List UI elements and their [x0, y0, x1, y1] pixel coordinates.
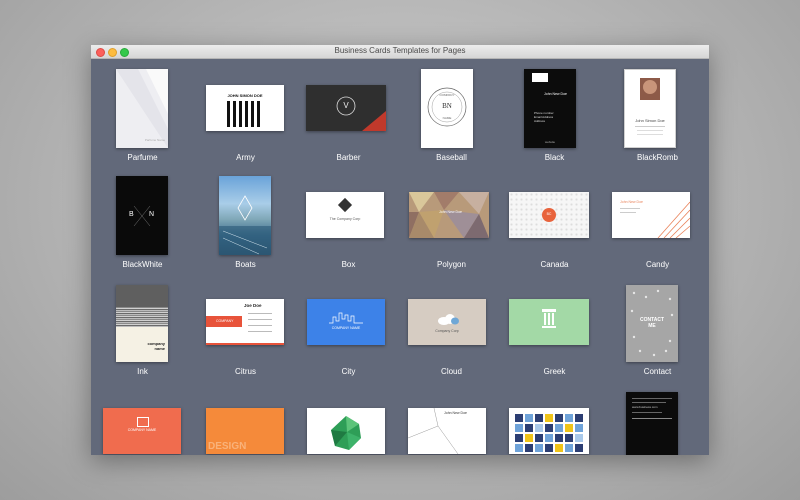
template-item-polygon[interactable]: John New Doe Polygon [400, 166, 503, 273]
template-thumbnail[interactable]: Parfume Name [116, 69, 168, 148]
template-item-greek[interactable]: Greek [503, 273, 606, 380]
template-label: Canada [540, 260, 569, 269]
template-thumbnail[interactable] [307, 408, 385, 454]
template-thumbnail[interactable]: V [306, 85, 386, 131]
template-thumbnail[interactable]: B N [116, 176, 168, 255]
template-thumbnail[interactable]: company name [116, 285, 168, 362]
template-item-city[interactable]: COMPANY NAME City [297, 273, 400, 380]
template-label: Contact [643, 367, 672, 376]
template-label: Cloud [441, 367, 462, 376]
template-thumbnail[interactable] [509, 408, 589, 454]
template-thumbnail[interactable]: COMPANY Joe Doe [206, 299, 284, 345]
template-thumbnail[interactable]: COMPANY BN NAME [421, 69, 473, 148]
template-thumbnail[interactable]: COMPANY NAME [103, 408, 181, 454]
window-title: Business Cards Templates for Pages [334, 46, 466, 55]
template-thumbnail[interactable]: Company Corp [408, 299, 486, 345]
template-label: BlackWhite [122, 260, 163, 269]
template-item[interactable]: COMPANY NAME [91, 380, 194, 455]
template-thumbnail[interactable]: DESIGN [206, 408, 284, 454]
template-label: Parfume [127, 153, 158, 162]
template-label: Army [236, 153, 255, 162]
template-item[interactable]: John New Doe [400, 380, 503, 455]
template-thumbnail[interactable]: COMPANY NAME [307, 299, 385, 345]
template-item-baseball[interactable]: COMPANY BN NAME Baseball [400, 59, 503, 166]
template-label: City [341, 367, 356, 376]
title-bar[interactable]: Business Cards Templates for Pages [91, 45, 709, 59]
template-thumbnail[interactable]: John New Doe Phone number Email Address … [524, 69, 576, 148]
template-label: Polygon [437, 260, 466, 269]
template-thumbnail[interactable]: www.business.com [626, 392, 678, 455]
template-label: Greek [543, 367, 566, 376]
template-item-contact[interactable]: CONTACT ME Contact [606, 273, 709, 380]
template-item-blackwhite[interactable]: B N BlackWhite [91, 166, 194, 273]
template-label: Candy [645, 260, 670, 269]
template-item[interactable] [503, 380, 606, 455]
template-thumbnail[interactable] [509, 299, 589, 345]
template-item-boats[interactable]: Boats [194, 166, 297, 273]
template-item-blackromb[interactable]: John Simon Doe BlackRomb [606, 59, 709, 166]
template-item-ink[interactable]: company name Ink [91, 273, 194, 380]
template-label: Baseball [436, 153, 467, 162]
template-label: Boats [235, 260, 256, 269]
template-thumbnail[interactable]: JOHN SIMON DOE [206, 85, 284, 131]
template-thumbnail[interactable]: John New Doe [409, 192, 489, 238]
template-thumbnail[interactable]: John New Doe [408, 408, 486, 454]
template-grid: Parfume Name Parfume JOHN SIMON DOE Army [91, 59, 709, 455]
app-window: Business Cards Templates for Pages Parfu… [91, 45, 709, 455]
template-item-canada[interactable]: BC Canada [503, 166, 606, 273]
template-item-citrus[interactable]: COMPANY Joe Doe Citrus [194, 273, 297, 380]
template-item[interactable]: DESIGN [194, 380, 297, 455]
template-item-army[interactable]: JOHN SIMON DOE Army [194, 59, 297, 166]
template-item-barber[interactable]: V Barber [297, 59, 400, 166]
template-label: Box [341, 260, 356, 269]
template-label: Ink [137, 367, 148, 376]
template-thumbnail[interactable] [219, 176, 271, 255]
template-label: Barber [336, 153, 361, 162]
template-thumbnail[interactable]: CONTACT ME [626, 285, 678, 362]
template-thumbnail[interactable]: John New Doe [612, 192, 690, 238]
template-item-black[interactable]: John New Doe Phone number Email Address … [503, 59, 606, 166]
template-label: Citrus [235, 367, 256, 376]
template-thumbnail[interactable]: BC [509, 192, 589, 238]
template-item[interactable] [297, 380, 400, 455]
template-item[interactable]: www.business.com [606, 380, 709, 455]
template-label: BlackRomb [637, 153, 678, 162]
template-item-candy[interactable]: John New Doe Candy [606, 166, 709, 273]
template-item-cloud[interactable]: Company Corp Cloud [400, 273, 503, 380]
template-label: Black [544, 153, 565, 162]
template-item-box[interactable]: The Company Corp Box [297, 166, 400, 273]
template-thumbnail[interactable]: The Company Corp [306, 192, 384, 238]
template-thumbnail[interactable]: John Simon Doe [624, 69, 676, 148]
template-item-parfume[interactable]: Parfume Name Parfume [91, 59, 194, 166]
